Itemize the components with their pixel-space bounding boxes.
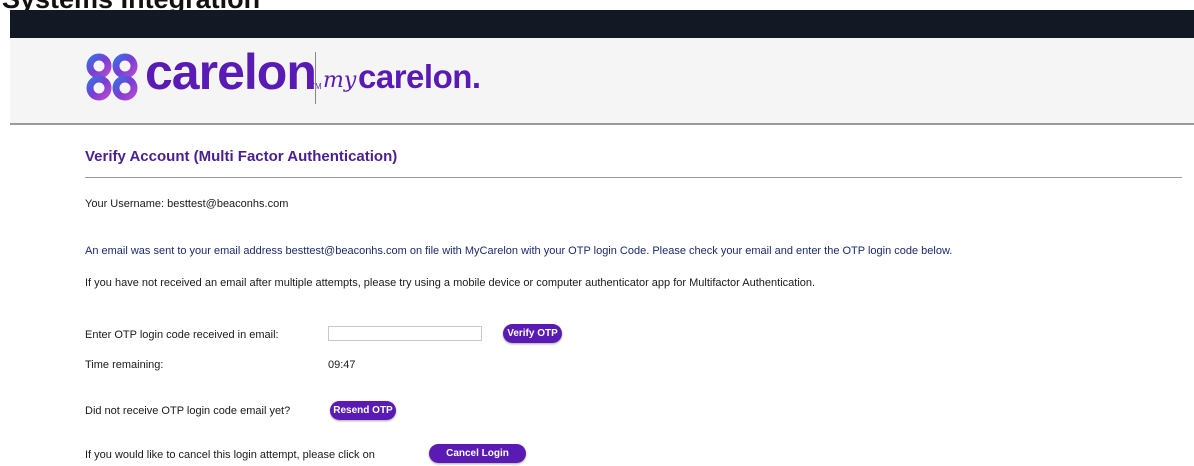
timer-value: 09:47 xyxy=(328,359,356,371)
otp-label: Enter OTP login code received in email: xyxy=(85,329,279,341)
title-divider xyxy=(85,177,1182,178)
page-title: Verify Account (Multi Factor Authenticat… xyxy=(85,148,398,165)
resend-label: Did not receive OTP login code email yet… xyxy=(85,405,291,417)
timer-label: Time remaining: xyxy=(85,359,164,371)
verify-otp-button[interactable]: Verify OTP xyxy=(503,324,562,343)
username-line: Your Username: besttest@beaconhs.com xyxy=(85,198,289,210)
top-bar xyxy=(10,10,1194,38)
brand-logo-text: carelon xyxy=(145,44,317,100)
brand-sub-prefix: my xyxy=(323,68,357,93)
carelon-knot-icon xyxy=(86,53,138,101)
header: carelon TM my carelon. xyxy=(10,38,1194,125)
cancel-label: If you would like to cancel this login a… xyxy=(85,449,375,461)
email-notice: An email was sent to your email address … xyxy=(85,245,953,257)
otp-input[interactable] xyxy=(328,326,482,341)
cancel-login-button[interactable]: Cancel Login xyxy=(429,444,526,463)
brand-sub-name: carelon. xyxy=(358,58,481,95)
logo-divider xyxy=(315,52,316,104)
resend-otp-button[interactable]: Resend OTP xyxy=(330,401,396,420)
help-notice: If you have not received an email after … xyxy=(85,277,816,289)
